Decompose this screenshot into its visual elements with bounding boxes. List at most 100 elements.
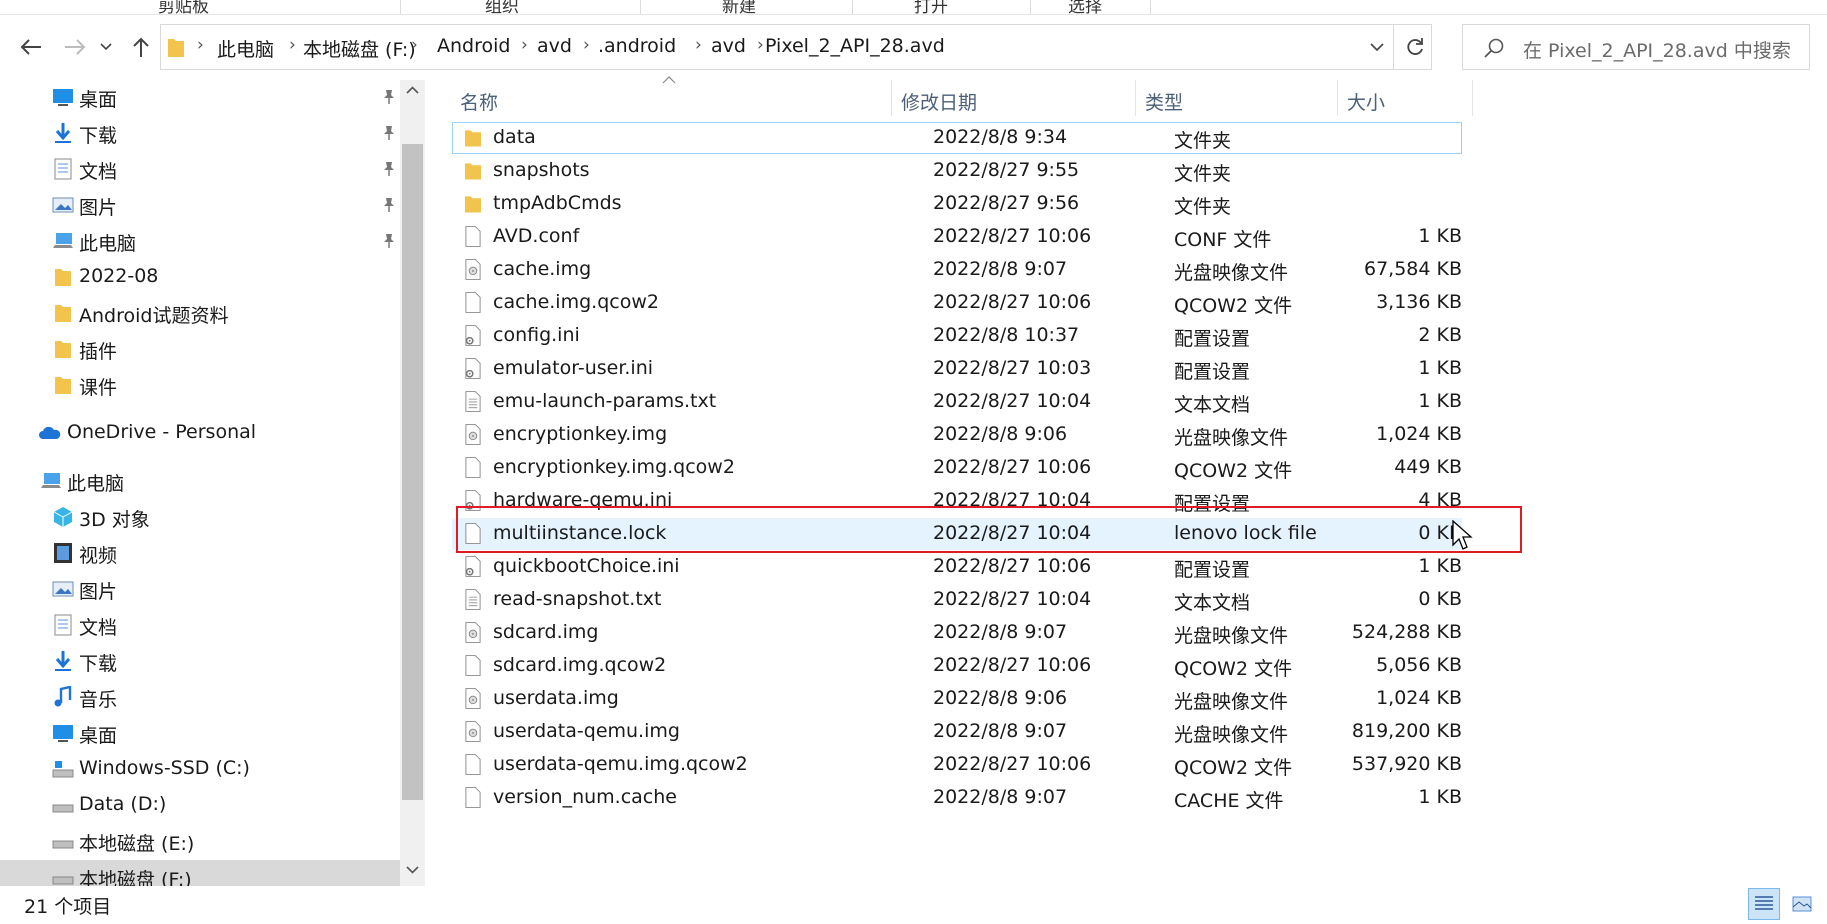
nav-item-onedrive[interactable]: OneDrive - Personal: [0, 416, 400, 450]
nav-item-plugins[interactable]: 插件: [0, 332, 400, 366]
column-header-date[interactable]: 修改日期: [901, 88, 977, 115]
breadcrumb-android[interactable]: Android: [437, 35, 510, 57]
file-row[interactable]: emulator-user.ini 2022/8/27 10:03 配置设置 1 KB: [452, 353, 1462, 385]
breadcrumb-avd-2[interactable]: avd: [711, 35, 746, 57]
column-header-type[interactable]: 类型: [1145, 88, 1183, 115]
breadcrumb-drive-f[interactable]: 本地磁盘 (F:): [303, 35, 416, 62]
disc-image-icon: [465, 259, 481, 280]
folder-icon: [55, 269, 71, 286]
breadcrumb-dot-android[interactable]: .android: [598, 35, 676, 57]
settings-file-icon: [465, 556, 481, 577]
nav-item-label: 本地磁盘 (F:): [79, 869, 192, 886]
details-view-button[interactable]: [1748, 888, 1780, 920]
column-divider[interactable]: [1337, 80, 1338, 116]
nav-scrollbar[interactable]: [400, 80, 425, 886]
nav-item-label: 图片: [79, 581, 118, 603]
nav-scrollbar-thumb[interactable]: [402, 144, 423, 800]
file-row[interactable]: userdata.img 2022/8/8 9:06 光盘映像文件 1,024 KB: [452, 683, 1462, 715]
address-bar[interactable]: › 此电脑 › 本地磁盘 (F:) › Android › avd › .and…: [160, 24, 1432, 70]
nav-item-label: Android试题资料: [79, 305, 229, 327]
file-type: 文本文档: [1174, 592, 1251, 614]
nav-item-label: 文档: [79, 617, 118, 639]
back-button[interactable]: [16, 32, 46, 62]
breadcrumb-avd[interactable]: avd: [537, 35, 572, 57]
folder-icon: [464, 163, 482, 180]
file-row[interactable]: snapshots 2022/8/27 9:55 文件夹: [452, 155, 1462, 187]
ribbon-separator: [400, 0, 401, 14]
breadcrumb-pixel-avd[interactable]: Pixel_2_API_28.avd: [765, 35, 945, 57]
column-header-name[interactable]: 名称: [460, 88, 498, 115]
file-date: 2022/8/8 10:37: [933, 324, 1080, 346]
large-icons-view-button[interactable]: [1786, 888, 1818, 920]
file-row[interactable]: config.ini 2022/8/8 10:37 配置设置 2 KB: [452, 320, 1462, 352]
nav-item-drive-d[interactable]: Data (D:): [0, 788, 400, 822]
file-type: QCOW2 文件: [1174, 295, 1293, 317]
search-input[interactable]: 在 Pixel_2_API_28.avd 中搜索: [1523, 36, 1791, 63]
nav-item-documents[interactable]: 文档: [0, 152, 400, 186]
nav-item-drive-c[interactable]: Windows-SSD (C:): [0, 752, 400, 786]
file-size: 1 KB: [1418, 555, 1462, 577]
nav-item-music[interactable]: 音乐: [0, 680, 400, 714]
nav-item-downloads[interactable]: 下载: [0, 116, 400, 150]
file-type: QCOW2 文件: [1174, 460, 1293, 482]
videos-icon: [54, 543, 72, 563]
file-name: config.ini: [493, 324, 580, 346]
nav-item-courseware[interactable]: 课件: [0, 368, 400, 402]
nav-item-this-pc[interactable]: 此电脑: [0, 464, 400, 498]
column-header-size[interactable]: 大小: [1347, 88, 1385, 115]
breadcrumb-separator: ›: [411, 35, 418, 55]
column-divider[interactable]: [891, 80, 892, 116]
nav-item-videos[interactable]: 视频: [0, 536, 400, 570]
nav-item-2022-08[interactable]: 2022-08: [0, 260, 400, 294]
file-row[interactable]: cache.img.qcow2 2022/8/27 10:06 QCOW2 文件 3,…: [452, 287, 1462, 319]
file-row[interactable]: userdata-qemu.img.qcow2 2022/8/27 10:06 QC…: [452, 749, 1462, 781]
search-box[interactable]: 在 Pixel_2_API_28.avd 中搜索: [1462, 24, 1810, 70]
file-row[interactable]: userdata-qemu.img 2022/8/8 9:07 光盘映像文件 819,…: [452, 716, 1462, 748]
file-row[interactable]: read-snapshot.txt 2022/8/27 10:04 文本文档 0 KB: [452, 584, 1462, 616]
file-type: 光盘映像文件: [1174, 691, 1289, 713]
refresh-button[interactable]: [1401, 33, 1429, 61]
column-divider[interactable]: [1472, 80, 1473, 116]
up-button[interactable]: [126, 32, 156, 62]
folder-icon: [55, 341, 71, 358]
onedrive-cloud-icon: [39, 426, 61, 439]
scroll-down-arrow-icon[interactable]: [406, 866, 419, 874]
file-row[interactable]: data 2022/8/8 9:34 文件夹: [452, 122, 1462, 154]
nav-item-3d-objects[interactable]: 3D 对象: [0, 500, 400, 534]
file-date: 2022/8/27 10:06: [933, 225, 1092, 247]
nav-item-desktop[interactable]: 桌面: [0, 80, 400, 114]
file-row[interactable]: cache.img 2022/8/8 9:07 光盘映像文件 67,584 KB: [452, 254, 1462, 286]
file-name: quickbootChoice.ini: [493, 555, 680, 577]
nav-item-pictures[interactable]: 图片: [0, 188, 400, 222]
file-row[interactable]: tmpAdbCmds 2022/8/27 9:56 文件夹: [452, 188, 1462, 220]
nav-item-label: 音乐: [79, 689, 118, 711]
nav-item-android-materials[interactable]: Android试题资料: [0, 296, 400, 330]
recent-locations-button[interactable]: [96, 32, 116, 62]
file-date: 2022/8/8 9:07: [933, 786, 1068, 808]
nav-item-drive-f[interactable]: 本地磁盘 (F:): [0, 860, 400, 886]
file-row[interactable]: quickbootChoice.ini 2022/8/27 10:06 配置设置 1 …: [452, 551, 1462, 583]
file-row[interactable]: version_num.cache 2022/8/8 9:07 CACHE 文件 1 …: [452, 782, 1462, 814]
breadcrumb-this-pc[interactable]: 此电脑: [217, 35, 274, 62]
nav-item-this-pc-pinned[interactable]: 此电脑: [0, 224, 400, 258]
file-row[interactable]: encryptionkey.img.qcow2 2022/8/27 10:06 QC…: [452, 452, 1462, 484]
address-history-button[interactable]: [1365, 35, 1389, 59]
nav-item-label: 视频: [79, 545, 118, 567]
item-count: 21 个项目: [24, 896, 112, 918]
scroll-up-arrow-icon[interactable]: [406, 86, 419, 94]
nav-item-pc-documents[interactable]: 文档: [0, 608, 400, 642]
forward-button[interactable]: [60, 32, 90, 62]
file-row[interactable]: emu-launch-params.txt 2022/8/27 10:04 文本文档…: [452, 386, 1462, 418]
file-icon: [465, 787, 481, 808]
nav-item-drive-e[interactable]: 本地磁盘 (E:): [0, 824, 400, 858]
nav-item-pc-pictures[interactable]: 图片: [0, 572, 400, 606]
column-divider[interactable]: [1135, 80, 1136, 116]
file-row[interactable]: sdcard.img 2022/8/8 9:07 光盘映像文件 524,288 KB: [452, 617, 1462, 649]
file-row[interactable]: sdcard.img.qcow2 2022/8/27 10:06 QCOW2 文件 5…: [452, 650, 1462, 682]
disc-image-icon: [465, 622, 481, 643]
nav-item-pc-downloads[interactable]: 下载: [0, 644, 400, 678]
file-row[interactable]: encryptionkey.img 2022/8/8 9:06 光盘映像文件 1,02…: [452, 419, 1462, 451]
nav-item-pc-desktop[interactable]: 桌面: [0, 716, 400, 750]
file-row[interactable]: AVD.conf 2022/8/27 10:06 CONF 文件 1 KB: [452, 221, 1462, 253]
nav-item-label: Data (D:): [79, 793, 167, 815]
